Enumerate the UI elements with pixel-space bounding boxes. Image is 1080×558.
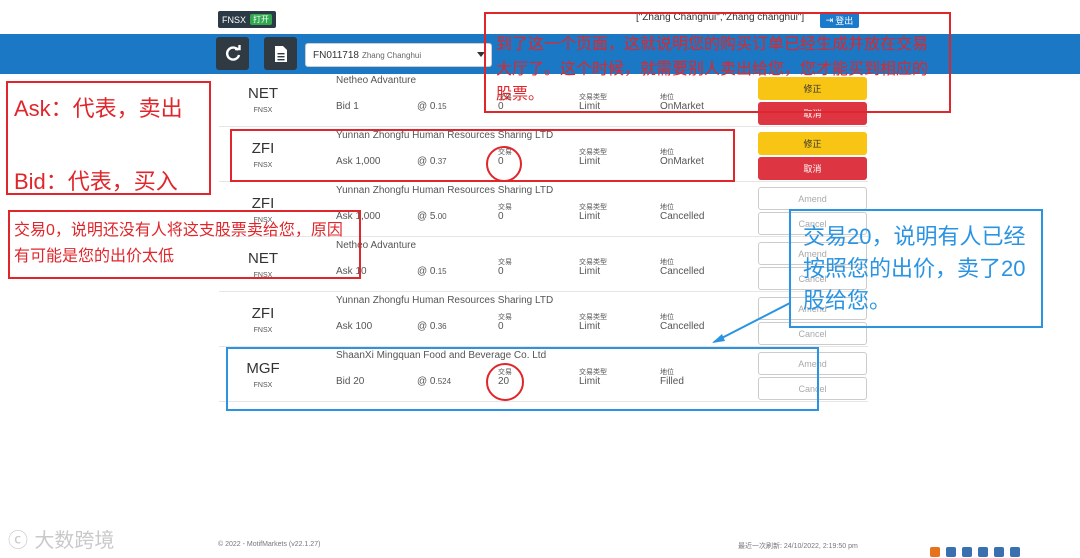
order-side-qty: Ask 100 bbox=[336, 321, 373, 332]
order-type: Limit bbox=[579, 211, 601, 222]
order-exchange: FNSX bbox=[253, 327, 273, 334]
watermark-logo-icon: ⓒ bbox=[8, 528, 28, 552]
annotation-twenty: 交易20，说明有人已经按照您的出价，卖了20股给您。 bbox=[789, 209, 1043, 328]
refresh-button[interactable] bbox=[216, 37, 249, 70]
app-icon bbox=[1010, 546, 1020, 557]
order-type: Limit bbox=[579, 266, 601, 277]
annotation-top-text: 到了这一个页面，这就说明您的购买订单已经生成并放在交易大厅了。这个时候，就需要别… bbox=[496, 36, 929, 103]
annotation-top: 到了这一个页面，这就说明您的购买订单已经生成并放在交易大厅了。这个时候，就需要别… bbox=[484, 12, 951, 113]
highlight-zfi-row bbox=[230, 129, 735, 182]
exchange-open-status: 打开 bbox=[250, 14, 273, 25]
order-symbol: NET bbox=[248, 85, 278, 102]
app-icon bbox=[962, 546, 972, 557]
order-company: Netheo Advanture bbox=[336, 75, 417, 86]
order-price: @ 0.15 bbox=[417, 266, 447, 277]
annotation-twenty-text: 交易20，说明有人已经按照您的出价，卖了20股给您。 bbox=[803, 224, 1026, 313]
exchange-badge[interactable]: FNSX 打开 bbox=[218, 11, 277, 28]
order-status: Cancelled bbox=[660, 211, 705, 222]
exchange-label: FNSX bbox=[222, 14, 247, 25]
refresh-icon bbox=[225, 44, 241, 61]
order-company: Yunnan Zhongfu Human Resources Sharing L… bbox=[336, 185, 554, 196]
order-symbol: ZFI bbox=[251, 305, 275, 322]
account-select[interactable]: FN011718 Zhang Changhui bbox=[305, 43, 492, 67]
amend-button[interactable]: Amend bbox=[758, 187, 867, 210]
order-price: @ 0.15 bbox=[417, 101, 447, 112]
amend-button[interactable]: 修正 bbox=[758, 132, 867, 155]
annotation-ask-text: Ask：代表，卖出 bbox=[14, 96, 183, 121]
order-trades: 0 bbox=[498, 321, 504, 332]
watermark: ⓒ 大数跨境 bbox=[8, 524, 114, 553]
annotation-zero: 交易0，说明还没有人将这支股票卖给您，原因有可能是您的出价太低 bbox=[8, 210, 361, 279]
app-icon bbox=[946, 546, 956, 557]
cancel-button[interactable]: 取消 bbox=[758, 157, 867, 180]
watermark-text: 大数跨境 bbox=[34, 528, 115, 552]
annotation-bid-text: Bid：代表，买入 bbox=[14, 169, 178, 194]
footer-last-refresh: 最近一次刷新: 24/10/2022, 2:19:50 pm bbox=[738, 543, 858, 550]
highlight-mgf-row bbox=[226, 347, 819, 411]
order-price: @ 5.00 bbox=[417, 211, 447, 222]
account-name: Zhang Changhui bbox=[361, 50, 422, 60]
order-company: Yunnan Zhongfu Human Resources Sharing L… bbox=[336, 295, 554, 306]
order-price: @ 0.36 bbox=[417, 321, 447, 332]
order-trades: 0 bbox=[498, 211, 504, 222]
app-icon bbox=[930, 546, 940, 557]
order-status: Cancelled bbox=[660, 321, 705, 332]
account-code: FN011718 bbox=[313, 49, 359, 61]
system-tray bbox=[930, 545, 1075, 558]
app-icon bbox=[994, 546, 1004, 557]
order-trades: 0 bbox=[498, 266, 504, 277]
report-button[interactable] bbox=[264, 37, 297, 70]
app-icon bbox=[978, 546, 988, 557]
footer-copyright: © 2022 - MotifMarkets (v22.1.27) bbox=[218, 541, 321, 548]
order-status: Cancelled bbox=[660, 266, 705, 277]
order-exchange: FNSX bbox=[253, 107, 273, 114]
document-icon bbox=[274, 45, 287, 62]
order-type: Limit bbox=[579, 321, 601, 332]
annotation-zero-text: 交易0，说明还没有人将这支股票卖给您，原因有可能是您的出价太低 bbox=[14, 222, 343, 265]
annotation-arrow bbox=[712, 302, 791, 343]
highlight-trade-zero bbox=[486, 146, 522, 182]
annotation-ask-bid: Ask：代表，卖出 Bid：代表，买入 bbox=[6, 81, 211, 195]
order-side-qty: Bid 1 bbox=[336, 101, 359, 112]
